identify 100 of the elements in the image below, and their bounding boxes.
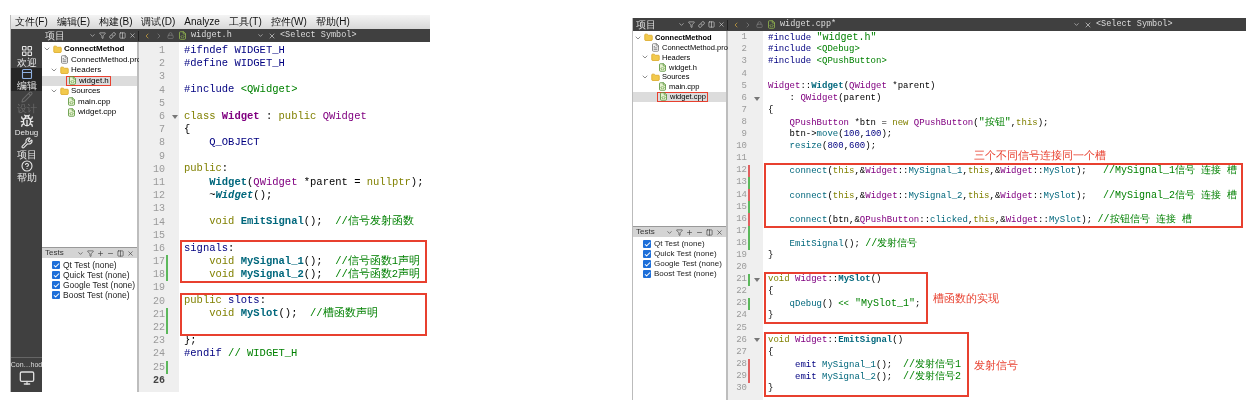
back-icon[interactable] bbox=[732, 20, 740, 29]
back-icon[interactable] bbox=[143, 31, 151, 40]
mode-button[interactable]: 欢迎 bbox=[11, 45, 42, 68]
symbol-selector[interactable]: <Select Symbol> bbox=[1096, 18, 1246, 31]
line-number: 9 bbox=[740, 128, 747, 142]
line-number: 18 bbox=[152, 268, 165, 283]
menu-item[interactable]: 编辑(E) bbox=[56, 17, 91, 27]
code-line: } bbox=[767, 249, 775, 262]
checkbox[interactable] bbox=[643, 240, 651, 248]
checkbox[interactable] bbox=[52, 281, 60, 289]
source-file-icon bbox=[658, 62, 667, 72]
menu-item[interactable]: 构建(B) bbox=[99, 17, 133, 27]
menu-item[interactable]: 控件(W) bbox=[270, 17, 307, 27]
mode-button[interactable]: 编辑 bbox=[11, 68, 42, 91]
code-line: void MySlot(); //槽函数声明 bbox=[208, 306, 379, 322]
file-tab[interactable]: widget.h bbox=[191, 29, 232, 42]
forward-icon[interactable] bbox=[744, 20, 752, 29]
line-number: 30 bbox=[735, 382, 747, 395]
project-folder-icon bbox=[53, 44, 62, 54]
caret-icon[interactable] bbox=[666, 228, 673, 236]
close-icon[interactable] bbox=[716, 228, 723, 236]
caret-icon[interactable] bbox=[257, 32, 264, 39]
tree-item[interactable]: Sources bbox=[42, 86, 137, 97]
mode-button[interactable]: 项目 bbox=[11, 137, 42, 160]
tree-item[interactable]: ConnectMethod.pro bbox=[42, 54, 137, 65]
close-icon[interactable] bbox=[1084, 20, 1092, 29]
checkbox[interactable] bbox=[52, 261, 60, 269]
caret-icon[interactable] bbox=[678, 21, 685, 28]
checkbox[interactable] bbox=[643, 270, 651, 278]
fold-arrow-icon[interactable] bbox=[753, 338, 760, 343]
add-icon[interactable] bbox=[97, 249, 104, 257]
link-icon[interactable] bbox=[109, 32, 116, 39]
code-line: public slots: bbox=[183, 293, 267, 308]
code-line: ~Widget(); bbox=[208, 187, 274, 203]
line-number: 7 bbox=[158, 123, 165, 138]
line-number: 17 bbox=[735, 224, 747, 238]
menu-item[interactable]: 工具(T) bbox=[228, 17, 262, 27]
link-icon[interactable] bbox=[698, 21, 705, 28]
lock-icon[interactable] bbox=[167, 32, 174, 39]
symbol-selector[interactable]: <Select Symbol> bbox=[280, 29, 430, 42]
checkbox[interactable] bbox=[643, 260, 651, 268]
line-number: 22 bbox=[152, 321, 165, 336]
forward-icon[interactable] bbox=[155, 31, 163, 40]
fold-arrow-icon[interactable] bbox=[171, 114, 178, 119]
line-number: 14 bbox=[735, 188, 747, 202]
menu-item[interactable]: Analyze bbox=[184, 17, 220, 27]
mode-button[interactable]: 帮助 bbox=[11, 160, 42, 183]
tree-item[interactable]: ConnectMethod bbox=[42, 44, 137, 55]
close-icon[interactable] bbox=[127, 249, 134, 257]
caret-icon[interactable] bbox=[77, 249, 84, 257]
menu-item[interactable]: 文件(F) bbox=[15, 17, 48, 27]
line-number: 20 bbox=[152, 294, 165, 309]
code-line: { bbox=[183, 121, 192, 137]
fold-arrow-icon[interactable] bbox=[753, 96, 760, 101]
line-number: 24 bbox=[735, 309, 747, 323]
filter-icon[interactable] bbox=[676, 228, 683, 236]
checkbox[interactable] bbox=[52, 271, 60, 279]
menu-item[interactable]: 帮助(H) bbox=[315, 17, 350, 27]
mode-button[interactable]: Debug bbox=[11, 114, 42, 137]
project-folder-icon bbox=[644, 33, 653, 43]
line-number: 8 bbox=[740, 115, 747, 129]
source-file-icon bbox=[68, 76, 77, 86]
file-tab[interactable]: widget.cpp* bbox=[780, 18, 837, 31]
code-line: void Widget::EmitSignal() bbox=[767, 333, 905, 347]
source-file-icon bbox=[659, 92, 668, 102]
code-line: class Widget : public QWidget bbox=[183, 108, 368, 124]
line-number: 7 bbox=[740, 103, 747, 117]
menu-item[interactable]: 调试(D) bbox=[141, 17, 176, 27]
code-line: #include <QPushButton> bbox=[767, 55, 888, 69]
bug-icon bbox=[19, 114, 34, 128]
tree-item[interactable]: main.cpp bbox=[42, 96, 137, 107]
caret-icon[interactable] bbox=[1073, 21, 1080, 28]
lock-icon[interactable] bbox=[756, 21, 763, 28]
split-icon[interactable] bbox=[117, 249, 124, 257]
line-number: 12 bbox=[152, 189, 165, 204]
line-number: 13 bbox=[735, 176, 747, 190]
checkbox[interactable] bbox=[643, 250, 651, 258]
checkbox[interactable] bbox=[52, 291, 60, 299]
fold-arrow-icon[interactable] bbox=[753, 277, 760, 282]
tree-item[interactable]: widget.h bbox=[42, 75, 137, 86]
filter-icon[interactable] bbox=[87, 249, 94, 257]
test-label: Google Test (none) bbox=[63, 279, 136, 291]
tree-item[interactable]: widget.cpp bbox=[42, 107, 137, 118]
code-line: #endif // WIDGET_H bbox=[183, 346, 299, 362]
help-icon bbox=[19, 160, 34, 172]
split-icon[interactable] bbox=[706, 228, 713, 236]
add-icon[interactable] bbox=[686, 228, 693, 236]
tree-item[interactable]: Headers bbox=[42, 65, 137, 76]
line-number: 2 bbox=[740, 43, 747, 57]
line-number: 1 bbox=[158, 44, 165, 59]
grid-icon bbox=[19, 45, 34, 57]
caret-icon[interactable] bbox=[89, 32, 96, 39]
close-icon[interactable] bbox=[268, 31, 276, 40]
line-number: 5 bbox=[158, 96, 165, 111]
line-number: 22 bbox=[735, 285, 747, 299]
line-number: 23 bbox=[735, 297, 747, 311]
monitor-icon[interactable] bbox=[18, 370, 35, 386]
code-line: void Widget::MySlot() bbox=[767, 273, 883, 286]
code-line: #define WIDGET_H bbox=[183, 55, 286, 71]
line-number: 24 bbox=[152, 347, 165, 362]
